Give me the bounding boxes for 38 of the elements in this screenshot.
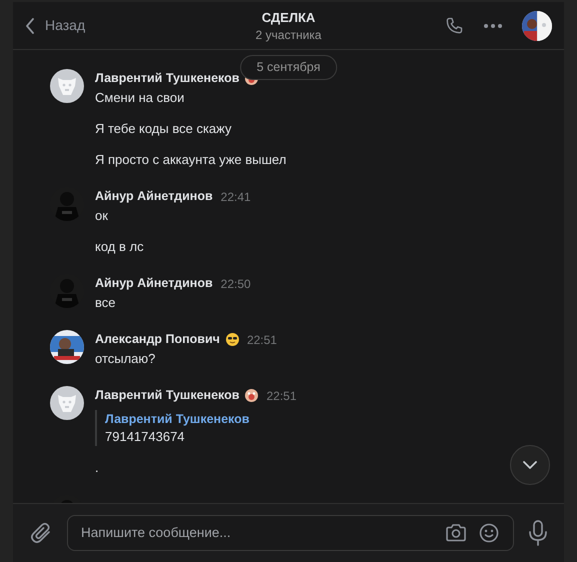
message-text: все — [95, 294, 116, 312]
paperclip-icon[interactable] — [29, 521, 53, 545]
microphone-icon[interactable] — [528, 520, 548, 546]
message-time: 22:41 — [220, 188, 251, 206]
date-badge: 5 сентября — [240, 55, 338, 80]
chat-title: СДЕЛКА — [262, 8, 316, 26]
message-text: отсылаю? — [95, 350, 156, 368]
more-icon[interactable] — [484, 24, 502, 28]
emoji-icon — [245, 389, 258, 402]
message-text: Я просто с аккаунта уже вышел — [95, 151, 286, 169]
author-name: Айнур Айнетдинов — [95, 188, 213, 206]
message-text: . — [95, 459, 100, 477]
message-time: 22:50 — [220, 276, 251, 292]
phone-icon[interactable] — [444, 16, 464, 36]
participant-count: 2 участника — [256, 26, 322, 42]
message-input[interactable]: Напишите сообщение... — [81, 522, 433, 544]
author-name: Лаврентий Тушкенеков — [95, 70, 240, 88]
emoji-icon — [226, 333, 239, 346]
back-button[interactable]: Назад — [25, 15, 175, 36]
quoted-author: Лаврентий Тушкенеков — [105, 411, 250, 428]
chevron-down-icon — [523, 461, 537, 469]
author-name: Лаврентий Тушкенеков — [95, 387, 240, 404]
avatar-icon — [50, 69, 84, 103]
message-time: 22:51 — [246, 332, 277, 348]
quoted-text: 79141743674 — [105, 428, 186, 446]
smile-icon[interactable] — [479, 523, 499, 543]
scroll-down-button[interactable] — [510, 445, 550, 485]
message-field[interactable]: Напишите сообщение... — [67, 515, 514, 551]
message-text: ок — [95, 207, 109, 225]
message-text: Я тебе коды все скажу — [95, 120, 232, 138]
author-name: Айнур Айнетдинов — [95, 275, 213, 292]
author-name: Александр Попович — [95, 331, 220, 348]
message-text: Смени на свои — [95, 89, 186, 107]
back-icon — [25, 18, 35, 34]
avatar-icon — [50, 386, 84, 420]
camera-icon[interactable] — [445, 523, 467, 543]
message-time: 22:51 — [266, 388, 297, 404]
message-text: код в лс — [95, 238, 145, 256]
